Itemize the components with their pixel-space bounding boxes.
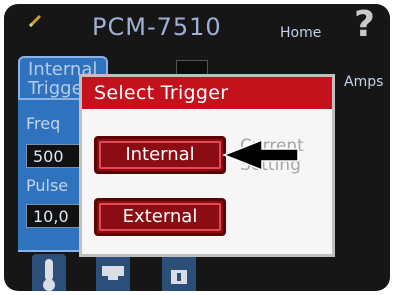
pointer-arrow-icon: [222, 138, 299, 172]
internal-trigger-button[interactable]: Internal: [94, 136, 226, 174]
monitor-icon[interactable]: [96, 254, 130, 291]
dialog-title: Select Trigger: [82, 77, 332, 109]
freq-field[interactable]: 500: [26, 144, 86, 168]
amps-label: Amps: [344, 74, 384, 90]
freq-label: Freq: [26, 114, 61, 133]
help-icon[interactable]: ?: [354, 4, 375, 45]
device-screen: PCM-7510 Home ? Internal Trigger Amps Fr…: [4, 4, 390, 291]
header-bar: PCM-7510 Home ?: [4, 4, 390, 52]
pulse-label: Pulse: [26, 176, 69, 195]
thermometer-icon[interactable]: [32, 254, 66, 291]
internal-trigger-label: Internal: [99, 141, 221, 169]
pen-icon: [28, 14, 42, 28]
pulse-field[interactable]: 10,0: [26, 204, 86, 228]
external-trigger-label: External: [99, 203, 221, 231]
home-button[interactable]: Home: [280, 25, 321, 41]
external-trigger-button[interactable]: External: [94, 198, 226, 236]
device-title: PCM-7510: [92, 13, 222, 41]
info-icon[interactable]: [162, 254, 196, 291]
